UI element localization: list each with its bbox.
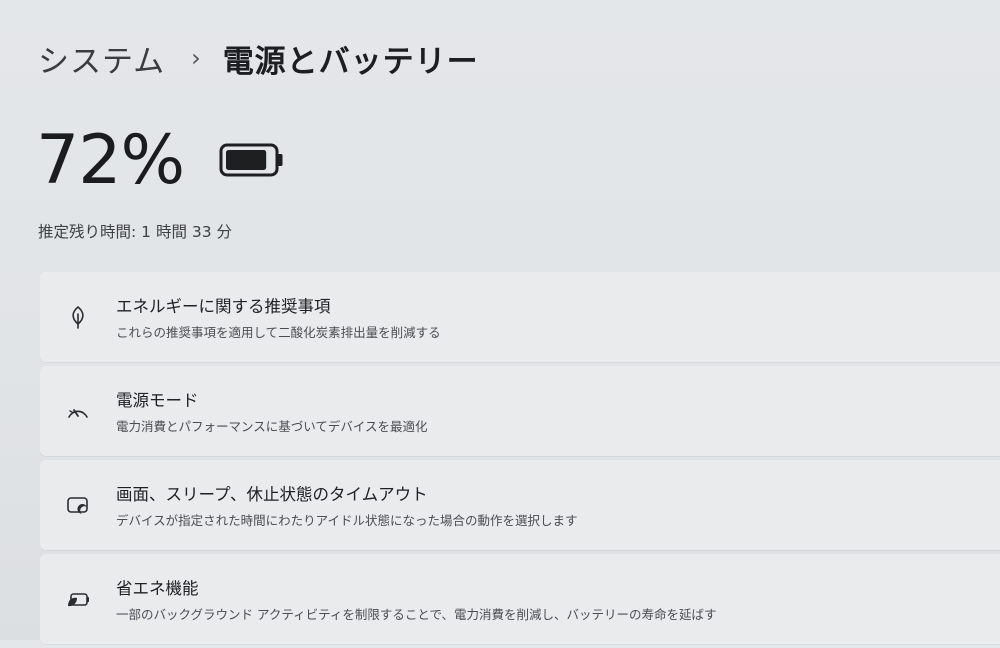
estimated-remaining-time: 推定残り時間: 1 時間 33 分	[38, 223, 233, 241]
battery-icon	[219, 143, 283, 177]
settings-list: エネルギーに関する推奨事項 これらの推奨事項を適用して二酸化炭素排出量を削減する…	[40, 272, 1000, 648]
power-mode-card[interactable]: 電源モード 電力消費とパフォーマンスに基づいてデバイスを最適化	[40, 366, 1000, 456]
leaf-icon	[40, 304, 116, 330]
page-title: 電源とバッテリー	[222, 43, 479, 80]
battery-percentage: 72%	[36, 120, 185, 200]
breadcrumb: システム › 電源とバッテリー	[38, 34, 479, 82]
energy-recommendations-card[interactable]: エネルギーに関する推奨事項 これらの推奨事項を適用して二酸化炭素排出量を削減する	[40, 272, 1000, 362]
screen-sleep-timeout-card[interactable]: 画面、スリープ、休止状態のタイムアウト デバイスが指定された時間にわたりアイドル…	[40, 460, 1000, 550]
speedometer-icon	[40, 398, 116, 424]
card-description: 電力消費とパフォーマンスに基づいてデバイスを最適化	[116, 419, 428, 434]
card-description: デバイスが指定された時間にわたりアイドル状態になった場合の動作を選択します	[116, 513, 578, 528]
card-title: 電源モード	[116, 391, 199, 410]
breadcrumb-system-link[interactable]: システム	[38, 36, 165, 81]
battery-saver-card[interactable]: 省エネ機能 一部のバックグラウンド アクティビティを制限することで、電力消費を削…	[40, 554, 1000, 644]
screen-sleep-icon	[40, 492, 116, 518]
battery-saver-icon	[40, 586, 116, 612]
card-description: これらの推奨事項を適用して二酸化炭素排出量を削減する	[116, 325, 441, 340]
chevron-right-icon: ›	[191, 44, 201, 72]
card-title: 画面、スリープ、休止状態のタイムアウト	[116, 485, 428, 504]
card-title: 省エネ機能	[116, 579, 199, 598]
card-title: エネルギーに関する推奨事項	[116, 297, 331, 316]
card-description: 一部のバックグラウンド アクティビティを制限することで、電力消費を削減し、バッテ…	[116, 607, 717, 622]
battery-status: 72%	[36, 118, 286, 202]
battery-fill	[226, 150, 267, 170]
